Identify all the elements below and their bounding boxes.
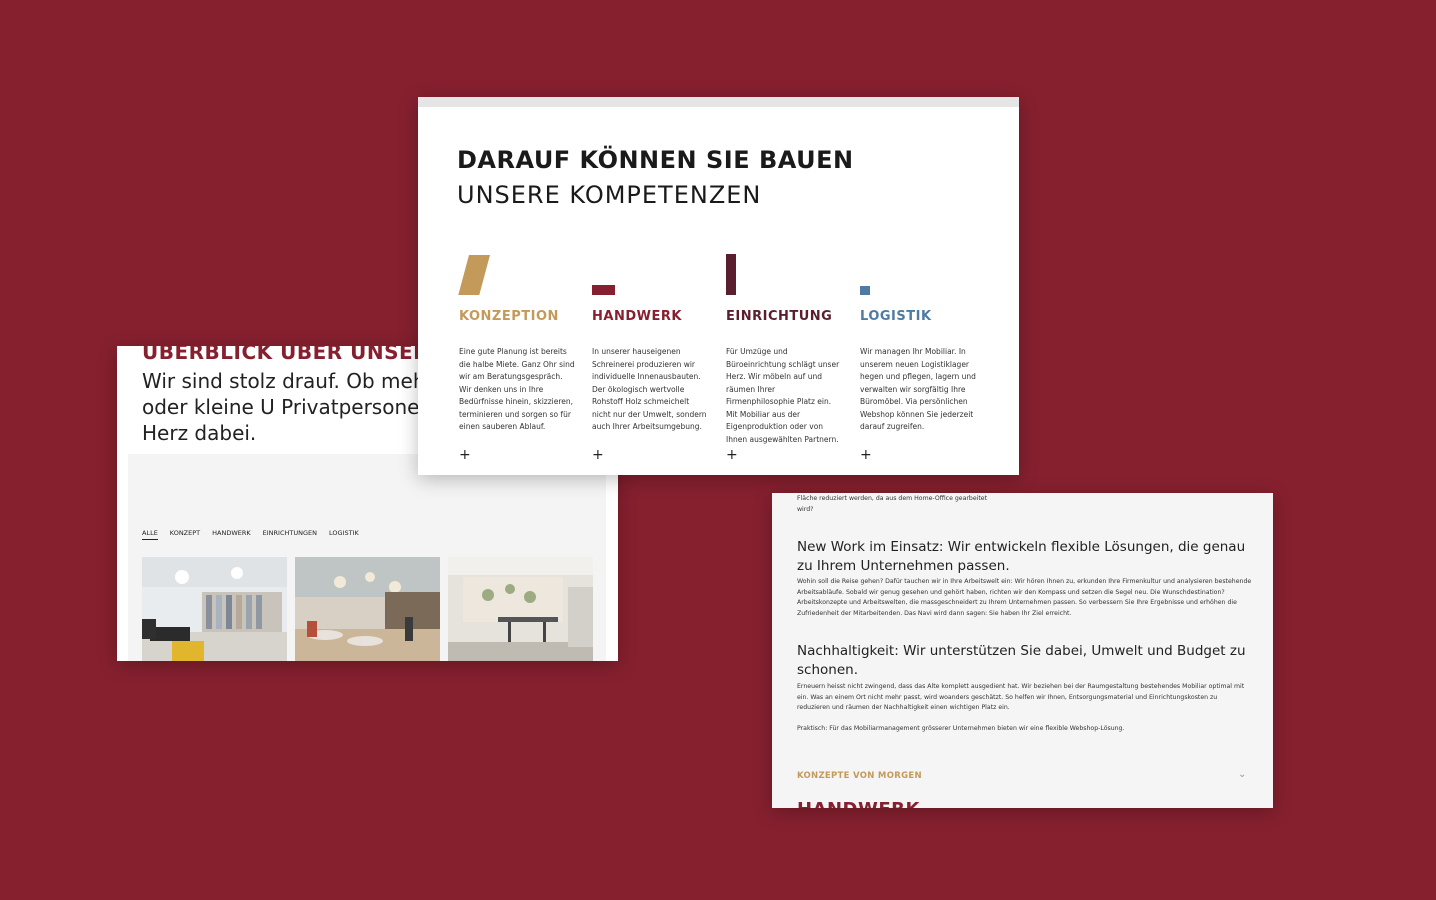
competencies-panel: DARAUF KÖNNEN SIE BAUEN UNSERE KOMPETENZ… bbox=[418, 97, 1019, 475]
einrichtung-title: EINRICHTUNG bbox=[726, 309, 833, 324]
logistik-title: LOGISTIK bbox=[860, 309, 932, 324]
competency-handwerk: HANDWERK In unserer hauseigenen Schreine… bbox=[591, 247, 711, 463]
office-lounge-photo[interactable] bbox=[448, 557, 593, 661]
einrichtung-expand-button[interactable]: + bbox=[726, 447, 738, 463]
new-work-heading: New Work im Einsatz: Wir entwickeln flex… bbox=[797, 539, 1246, 574]
filter-tab-logistik[interactable]: LOGISTIK bbox=[329, 529, 359, 540]
logistik-expand-button[interactable]: + bbox=[860, 447, 872, 463]
handwerk-text: In unserer hauseigenen Schreinerei produ… bbox=[592, 347, 707, 431]
konzeption-expand-button[interactable]: + bbox=[459, 447, 471, 463]
new-work-text: Wohin soll die Reise gehen? Dafür tauche… bbox=[797, 578, 1252, 617]
logistik-square-icon bbox=[859, 247, 979, 296]
library-photo[interactable] bbox=[142, 557, 287, 661]
overview-heading: ÜBERBLICK ÜBER UNSERE bbox=[142, 346, 444, 364]
einrichtung-text: Für Umzüge und Büroeinrichtung schlägt u… bbox=[726, 347, 840, 444]
cafe-photo[interactable] bbox=[295, 557, 440, 661]
filter-tab-handwerk[interactable]: HANDWERK bbox=[212, 529, 251, 540]
filter-tab-konzept[interactable]: KONZEPT bbox=[170, 529, 200, 540]
competencies-subtitle: UNSERE KOMPETENZEN bbox=[457, 181, 762, 209]
browser-top-bar bbox=[418, 97, 1019, 107]
webshop-note: Praktisch: Für das Mobiliarmanagement gr… bbox=[797, 725, 1125, 732]
competency-logistik: LOGISTIK Wir managen Ihr Mobiliar. In un… bbox=[859, 247, 979, 463]
handwerk-expand-button[interactable]: + bbox=[592, 447, 604, 463]
filter-tab-alle[interactable]: ALLE bbox=[142, 529, 158, 540]
sustainability-heading: Nachhaltigkeit: Wir unterstützen Sie dab… bbox=[797, 643, 1246, 678]
konzeption-text: Eine gute Planung ist bereits die halbe … bbox=[459, 347, 575, 431]
chevron-down-icon[interactable]: ⌄ bbox=[1238, 769, 1246, 780]
sustainability-text: Erneuern heisst nicht zwingend, dass das… bbox=[797, 683, 1245, 711]
top-continued-text: Fläche reduziert werden, da aus dem Home… bbox=[797, 495, 988, 513]
project-thumbnails bbox=[142, 557, 593, 661]
competencies-title: DARAUF KÖNNEN SIE BAUEN bbox=[457, 146, 854, 174]
project-filter-tabs: ALLE KONZEPT HANDWERK EINRICHTUNGEN LOGI… bbox=[142, 529, 359, 540]
handwerk-title: HANDWERK bbox=[592, 309, 682, 324]
concepts-detail-panel: Fläche reduziert werden, da aus dem Home… bbox=[772, 493, 1273, 808]
handwerk-section-heading: HANDWERK bbox=[797, 799, 920, 808]
handwerk-bar-icon bbox=[591, 247, 711, 295]
einrichtung-pillar-icon bbox=[725, 247, 845, 296]
konzepte-accordion-toggle[interactable]: KONZEPTE VON MORGEN bbox=[797, 771, 922, 781]
competency-einrichtung: EINRICHTUNG Für Umzüge und Büroeinrichtu… bbox=[725, 247, 845, 463]
konzeption-slash-icon bbox=[458, 247, 578, 296]
filter-tab-einrichtungen[interactable]: EINRICHTUNGEN bbox=[263, 529, 317, 540]
competency-konzeption: KONZEPTION Eine gute Planung ist bereits… bbox=[458, 247, 578, 463]
logistik-text: Wir managen Ihr Mobiliar. In unserem neu… bbox=[860, 347, 976, 431]
konzeption-title: KONZEPTION bbox=[459, 309, 559, 324]
